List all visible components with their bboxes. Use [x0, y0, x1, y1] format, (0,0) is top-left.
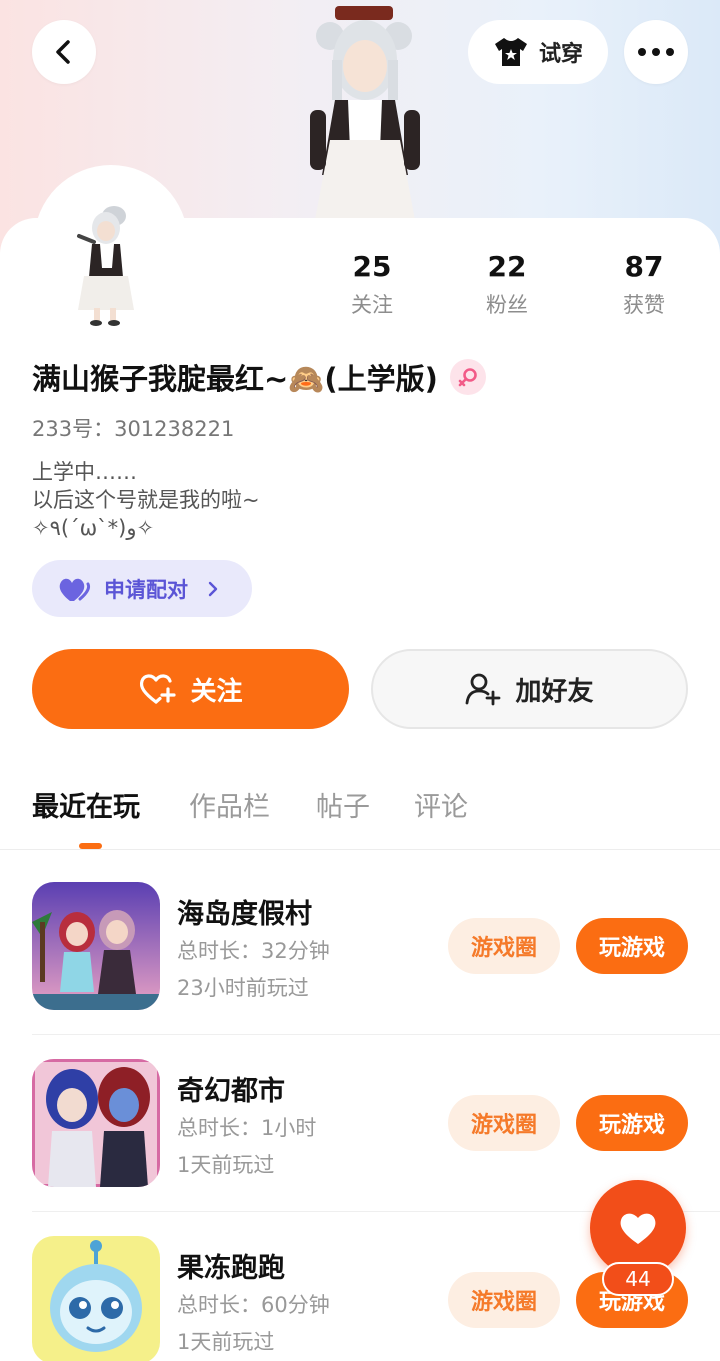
- tab-recently-played[interactable]: 最近在玩: [32, 785, 140, 824]
- game-duration: 总时长：32分钟: [177, 939, 330, 963]
- game-circle-label: 游戏圈: [470, 1113, 537, 1138]
- game-icon-island-resort[interactable]: [32, 882, 160, 1010]
- back-button[interactable]: [32, 20, 96, 84]
- game-title: 果冻跑跑: [177, 1253, 285, 1284]
- request-match-button[interactable]: 申请配对: [32, 560, 252, 617]
- play-game-button[interactable]: 玩游戏: [576, 918, 688, 974]
- more-button[interactable]: [624, 20, 688, 84]
- bio-line: 以后这个号就是我的啦~: [32, 488, 260, 512]
- heart-plus-icon: [140, 674, 177, 704]
- bio-line: ✧٩(ˊωˋ*)و✧: [32, 516, 155, 540]
- play-game-label: 玩游戏: [598, 936, 665, 961]
- stat-likes-count: 87: [624, 250, 664, 283]
- divider: [32, 1034, 720, 1035]
- stat-following-count: 25: [352, 250, 392, 283]
- game-circle-label: 游戏圈: [470, 1290, 537, 1315]
- game-icon-fantasy-city[interactable]: [32, 1059, 160, 1187]
- double-heart-icon: [59, 578, 91, 601]
- bio: 上学中…… 以后这个号就是我的啦~ ✧٩(ˊωˋ*)و✧: [32, 458, 260, 542]
- game-circle-button[interactable]: 游戏圈: [448, 1272, 560, 1328]
- try-on-button[interactable]: 试穿: [468, 20, 608, 84]
- bio-line: 上学中……: [32, 460, 137, 484]
- add-friend-button[interactable]: 加好友: [371, 649, 688, 729]
- stat-likes[interactable]: 87 获赞: [589, 250, 699, 320]
- game-last-played: 23小时前玩过: [177, 976, 309, 1000]
- game-title: 奇幻都市: [177, 1076, 285, 1107]
- add-user-icon: [466, 673, 501, 706]
- play-game-button[interactable]: 玩游戏: [576, 1095, 688, 1151]
- stat-following-label: 关注: [351, 293, 393, 317]
- follow-button[interactable]: 关注: [32, 649, 349, 729]
- game-circle-label: 游戏圈: [470, 936, 537, 961]
- game-circle-button[interactable]: 游戏圈: [448, 1095, 560, 1151]
- divider: [0, 849, 720, 850]
- try-on-label: 试穿: [538, 42, 583, 67]
- game-row[interactable]: 海岛度假村 总时长：32分钟 23小时前玩过 游戏圈 玩游戏: [0, 882, 720, 1059]
- user-name: 满山猴子我腚最红~🙈(上学版): [32, 362, 438, 396]
- name-row: 满山猴子我腚最红~🙈(上学版): [32, 356, 486, 398]
- stat-followers-label: 粉丝: [486, 293, 528, 317]
- game-icon-jelly-run[interactable]: [32, 1236, 160, 1361]
- more-dots-icon: [638, 48, 674, 56]
- tab-posts[interactable]: 帖子: [316, 785, 370, 824]
- request-match-label: 申请配对: [104, 577, 188, 602]
- heart-icon: [620, 1213, 656, 1244]
- tshirt-icon: [494, 38, 527, 66]
- stat-following[interactable]: 25 关注: [317, 250, 427, 320]
- game-last-played: 1天前玩过: [177, 1153, 275, 1177]
- add-friend-label: 加好友: [515, 676, 594, 707]
- play-game-label: 玩游戏: [598, 1113, 665, 1138]
- avatar-3d-figure: [310, 6, 420, 220]
- follow-label: 关注: [190, 676, 243, 707]
- female-icon: [449, 359, 486, 395]
- user-id[interactable]: 233号：301238221: [32, 413, 234, 443]
- game-duration: 总时长：1小时: [177, 1116, 317, 1140]
- avatar[interactable]: [44, 198, 164, 326]
- game-title: 海岛度假村: [177, 899, 312, 930]
- stat-likes-label: 获赞: [623, 293, 665, 317]
- tab-comments[interactable]: 评论: [414, 785, 468, 824]
- chevron-right-icon: [208, 581, 218, 596]
- game-last-played: 1天前玩过: [177, 1330, 275, 1354]
- stat-followers[interactable]: 22 粉丝: [452, 250, 562, 320]
- tab-works[interactable]: 作品栏: [189, 785, 270, 824]
- game-duration: 总时长：60分钟: [177, 1293, 330, 1317]
- stat-followers-count: 22: [487, 250, 527, 283]
- game-circle-button[interactable]: 游戏圈: [448, 918, 560, 974]
- chevron-left-icon: [56, 40, 70, 64]
- like-count-badge: 44: [602, 1262, 674, 1296]
